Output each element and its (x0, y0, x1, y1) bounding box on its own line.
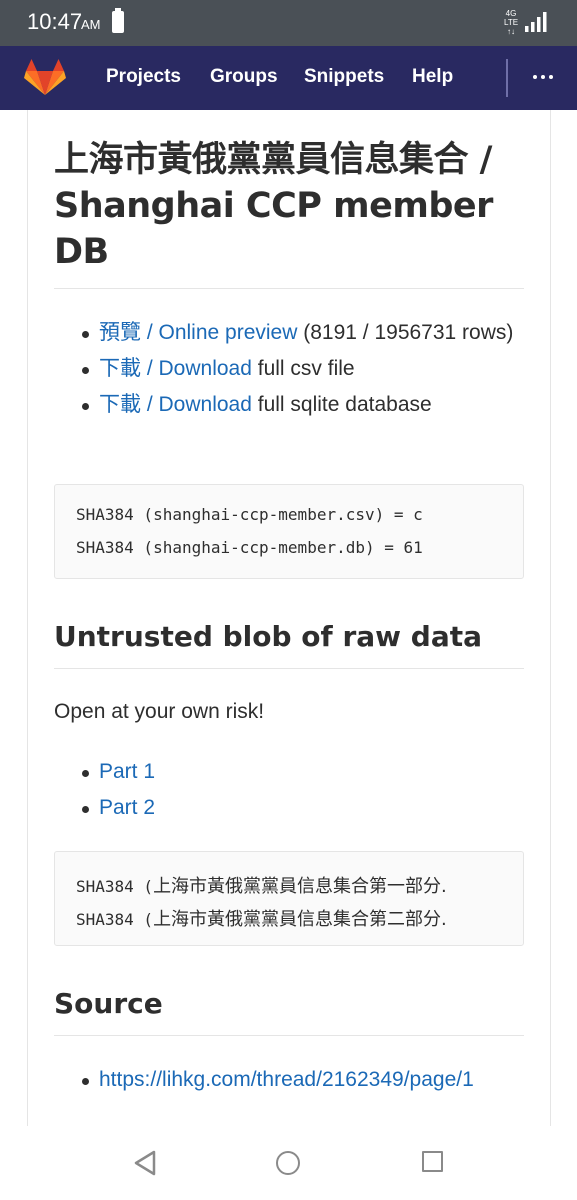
hash-filename: 上海市黃俄黨黨員信息集合第二部分. (153, 909, 447, 930)
list-item: Part 1 (54, 754, 524, 790)
nav-help[interactable]: Help (412, 66, 453, 88)
signal-icon (525, 12, 547, 32)
download-csv-link[interactable]: 下載 / Download (99, 357, 252, 380)
back-icon[interactable] (133, 1150, 157, 1176)
download-csv-desc: full csv file (251, 357, 355, 380)
list-item: 下載 / Download full csv file (54, 351, 524, 387)
divider (54, 1035, 524, 1036)
clock: 10:47 (27, 9, 83, 34)
part-2-link[interactable]: Part 2 (99, 796, 155, 819)
nav-snippets[interactable]: Snippets (304, 66, 384, 88)
part-1-link[interactable]: Part 1 (99, 760, 155, 783)
parts-list: Part 1 Part 2 (54, 754, 524, 826)
hash-line: SHA384 (上海市黃俄黨黨員信息集合第二部分. (76, 905, 447, 931)
network-type-icon: 4G LTE ↑↓ (504, 9, 519, 36)
download-list: 預覽 / Online preview (8191 / 1956731 rows… (54, 315, 524, 423)
list-item: 下載 / Download full sqlite database (54, 387, 524, 423)
readme-frame: 上海市黃俄黨黨員信息集合 / Shanghai CCP member DB 預覽… (27, 110, 551, 1126)
raw-hash-code-block[interactable]: SHA384 (上海市黃俄黨黨員信息集合第一部分. SHA384 (上海市黃俄黨… (54, 851, 524, 946)
battery-icon (112, 8, 124, 33)
risk-warning: Open at your own risk! (54, 700, 265, 723)
hash-line: SHA384 (shanghai-ccp-member.csv) = c (76, 505, 423, 524)
source-list: https://lihkg.com/thread/2162349/page/1 (54, 1062, 524, 1098)
list-item: 預覽 / Online preview (8191 / 1956731 rows… (54, 315, 524, 351)
row-count: (8191 / 1956731 rows) (297, 321, 514, 344)
hash-line: SHA384 (shanghai-ccp-member.db) = 61 (76, 538, 423, 557)
hash-line: SHA384 (上海市黃俄黨黨員信息集合第一部分. (76, 872, 447, 898)
gitlab-logo[interactable] (24, 57, 66, 97)
download-sqlite-link[interactable]: 下載 / Download (99, 393, 252, 416)
hash-prefix: SHA384 ( (76, 910, 154, 929)
nav-projects[interactable]: Projects (106, 66, 181, 88)
hash-filename: 上海市黃俄黨黨員信息集合第一部分. (153, 876, 447, 897)
divider (54, 288, 524, 289)
divider (54, 668, 524, 669)
source-link[interactable]: https://lihkg.com/thread/2162349/page/1 (99, 1068, 474, 1091)
page-title: 上海市黃俄黨黨員信息集合 / Shanghai CCP member DB (54, 140, 493, 272)
clock-ampm: AM (81, 17, 101, 32)
online-preview-link[interactable]: 預覽 / Online preview (99, 321, 297, 344)
home-icon[interactable] (276, 1151, 300, 1175)
status-bar: 10:47 AM 4G LTE ↑↓ (0, 0, 577, 46)
top-navbar: Projects Groups Snippets Help (0, 46, 577, 110)
list-item: https://lihkg.com/thread/2162349/page/1 (54, 1062, 524, 1098)
section-heading-source: Source (54, 987, 163, 1020)
section-heading-raw-data: Untrusted blob of raw data (54, 620, 482, 653)
hash-code-block[interactable]: SHA384 (shanghai-ccp-member.csv) = c SHA… (54, 484, 524, 579)
recents-icon[interactable] (422, 1151, 443, 1172)
system-nav-bar (0, 1126, 577, 1200)
more-dots-icon[interactable] (530, 64, 556, 90)
download-sqlite-desc: full sqlite database (251, 393, 432, 416)
hash-prefix: SHA384 ( (76, 877, 154, 896)
nav-groups[interactable]: Groups (210, 66, 278, 88)
list-item: Part 2 (54, 790, 524, 826)
nav-divider (506, 59, 508, 97)
